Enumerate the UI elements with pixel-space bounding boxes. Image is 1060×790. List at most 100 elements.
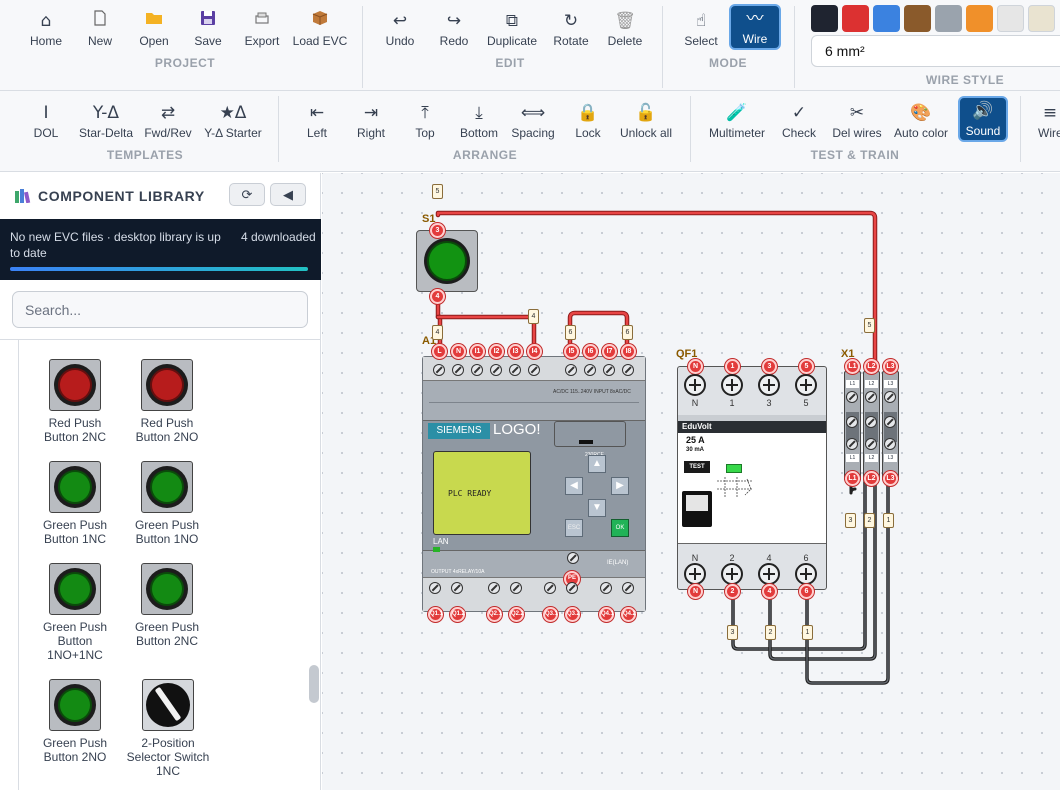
s1-push-button[interactable] [416,230,478,292]
x1-top-terminal-l1[interactable]: L1 [845,359,860,374]
x1-bottom-terminal-l1[interactable]: L1 [845,471,860,486]
plc-input-terminal-i4[interactable]: I4 [527,344,542,359]
align-left-button[interactable]: ⇤ Left [289,100,345,150]
rcd-bottom-screw [758,563,780,585]
x1-top-terminal-l2[interactable]: L2 [864,359,879,374]
x1-bottom-terminal-l2[interactable]: L2 [864,471,879,486]
rcd-bottom-terminal-n[interactable]: N [688,584,703,599]
rcd-test-button[interactable]: TEST [684,461,710,473]
new-button[interactable]: New [72,8,128,58]
plc-left-key[interactable]: ◀ [565,477,583,495]
template-star-delta-button[interactable]: Y-Δ Star-Delta [78,100,134,150]
component-green-push-button-2no[interactable]: Green Push Button 2NO [30,679,120,764]
s1-terminal-3[interactable]: 3 [430,223,445,238]
undo-button[interactable]: ↩ Undo [372,8,428,58]
align-right-button[interactable]: ⇥ Right [343,100,399,150]
plc-input-terminal-n[interactable]: N [451,344,466,359]
align-top-button[interactable]: ⤒ Top [397,100,453,150]
rcd-top-terminal-n[interactable]: N [688,359,703,374]
rcd-bottom-terminal-6[interactable]: 6 [799,584,814,599]
sound-button[interactable]: 🔊 Sound [958,96,1008,142]
rcd-bottom-terminal-2[interactable]: 2 [725,584,740,599]
spacing-button[interactable]: ⟺ Spacing [505,100,561,150]
plc-input-terminal-i6[interactable]: I6 [583,344,598,359]
component-green-push-button-2nc[interactable]: Green Push Button 2NC [122,563,212,648]
component-selector-switch-1nc[interactable]: 2-Position Selector Switch 1NC [122,679,214,778]
x1-bottom-terminal-l3[interactable]: L3 [883,471,898,486]
color-swatch-red[interactable] [842,5,869,32]
color-swatch-white[interactable] [997,5,1024,32]
component-red-push-button-2nc[interactable]: Red Push Button 2NC [30,359,120,444]
color-swatch-cream[interactable] [1028,5,1055,32]
save-button[interactable]: Save [180,8,236,58]
component-green-push-button-1nc[interactable]: Green Push Button 1NC [30,461,120,546]
plc-down-key[interactable]: ▼ [588,499,606,517]
circuit-canvas[interactable]: S1 3 4 A1 AC/DC 115..240V INPUT 8xAC/DC … [322,173,1060,790]
component-red-push-button-2no[interactable]: Red Push Button 2NO [122,359,212,444]
plc-up-key[interactable]: ▲ [588,455,606,473]
refresh-library-button[interactable]: ⟳ [229,183,265,206]
plc-input-terminal-l[interactable]: L [432,344,447,359]
rcd-top-terminal-1[interactable]: 1 [725,359,740,374]
delete-wires-button[interactable]: ✂ Del wires [829,100,885,150]
library-scrollbar[interactable] [309,665,319,703]
load-evc-button[interactable]: Load EVC [292,8,348,58]
home-button[interactable]: ⌂ Home [18,8,74,58]
rcd-toggle-lever[interactable] [682,491,712,527]
rcd-top-terminal-5[interactable]: 5 [799,359,814,374]
color-swatch-grey[interactable] [935,5,962,32]
align-bottom-button[interactable]: ⤓ Bottom [451,100,507,150]
color-swatch-brown[interactable] [904,5,931,32]
template-y-delta-starter-button[interactable]: ★Δ Y-Δ Starter [204,100,262,150]
open-button[interactable]: Open [126,8,182,58]
plc-input-terminal-i7[interactable]: I7 [602,344,617,359]
plc-output-terminal-q2-1[interactable]: Q2.1 [487,607,502,622]
plc-output-terminal-q1-1[interactable]: Q1.1 [428,607,443,622]
plc-input-terminal-i1[interactable]: I1 [470,344,485,359]
plc-output-terminal-q1-2[interactable]: Q1.2 [450,607,465,622]
component-green-push-button-1no-1nc[interactable]: Green Push Button 1NO+1NC [30,563,120,662]
check-button[interactable]: ✓ Check [771,100,827,150]
divider [794,6,795,88]
wire-mode-button[interactable]: 〰 Wire [729,4,781,50]
wire-tag: 1 [802,625,813,640]
plc-output-terminal-q2-2[interactable]: Q2.2 [509,607,524,622]
spacing-icon: ⟺ [520,103,546,123]
rotate-button[interactable]: ↻ Rotate [543,8,599,58]
color-swatch-black[interactable] [811,5,838,32]
mode-group-label: MODE [709,56,747,70]
lock-button[interactable]: 🔒 Lock [560,100,616,150]
plc-a1[interactable]: AC/DC 115..240V INPUT 8xAC/DC SIEMENS LO… [422,356,646,612]
rcd-bottom-terminal-4[interactable]: 4 [762,584,777,599]
plc-output-terminal-q4-1[interactable]: Q4.1 [599,607,614,622]
plc-input-terminal-i8[interactable]: I8 [621,344,636,359]
redo-button[interactable]: ↪ Redo [426,8,482,58]
plc-right-key[interactable]: ▶ [611,477,629,495]
color-swatch-orange[interactable] [966,5,993,32]
plc-input-terminal-i5[interactable]: I5 [564,344,579,359]
plc-output-terminal-q3-1[interactable]: Q3.1 [543,607,558,622]
template-dol-button[interactable]: I DOL [18,100,74,150]
s1-terminal-4[interactable]: 4 [430,289,445,304]
auto-color-button[interactable]: 🎨 Auto color [893,100,949,150]
plc-output-terminal-q4-2[interactable]: Q4.2 [621,607,636,622]
delete-button[interactable]: 🗑 Delete [597,8,653,58]
template-fwd-rev-button[interactable]: ⇄ Fwd/Rev [140,100,196,150]
component-green-push-button-1no[interactable]: Green Push Button 1NO [122,461,212,546]
wire-overflow-button[interactable]: ≡ Wire [1030,100,1060,150]
plc-ok-key[interactable]: OK [611,519,629,537]
plc-input-terminal-i3[interactable]: I3 [508,344,523,359]
library-search-input[interactable] [12,291,308,328]
x1-top-terminal-l3[interactable]: L3 [883,359,898,374]
multimeter-button[interactable]: 🧪 Multimeter [709,100,765,150]
rcd-top-terminal-3[interactable]: 3 [762,359,777,374]
duplicate-button[interactable]: ⧉ Duplicate [484,8,540,58]
plc-input-terminal-i2[interactable]: I2 [489,344,504,359]
export-button[interactable]: Export [234,8,290,58]
plc-output-terminal-q3-2[interactable]: Q3.2 [565,607,580,622]
collapse-panel-button[interactable]: ◀ [270,183,306,206]
color-swatch-blue[interactable] [873,5,900,32]
plc-esc-key[interactable]: ESC [565,519,583,537]
unlock-all-button[interactable]: 🔓 Unlock all [618,100,674,150]
wire-gauge-select[interactable]: 6 mm² [811,35,1060,67]
